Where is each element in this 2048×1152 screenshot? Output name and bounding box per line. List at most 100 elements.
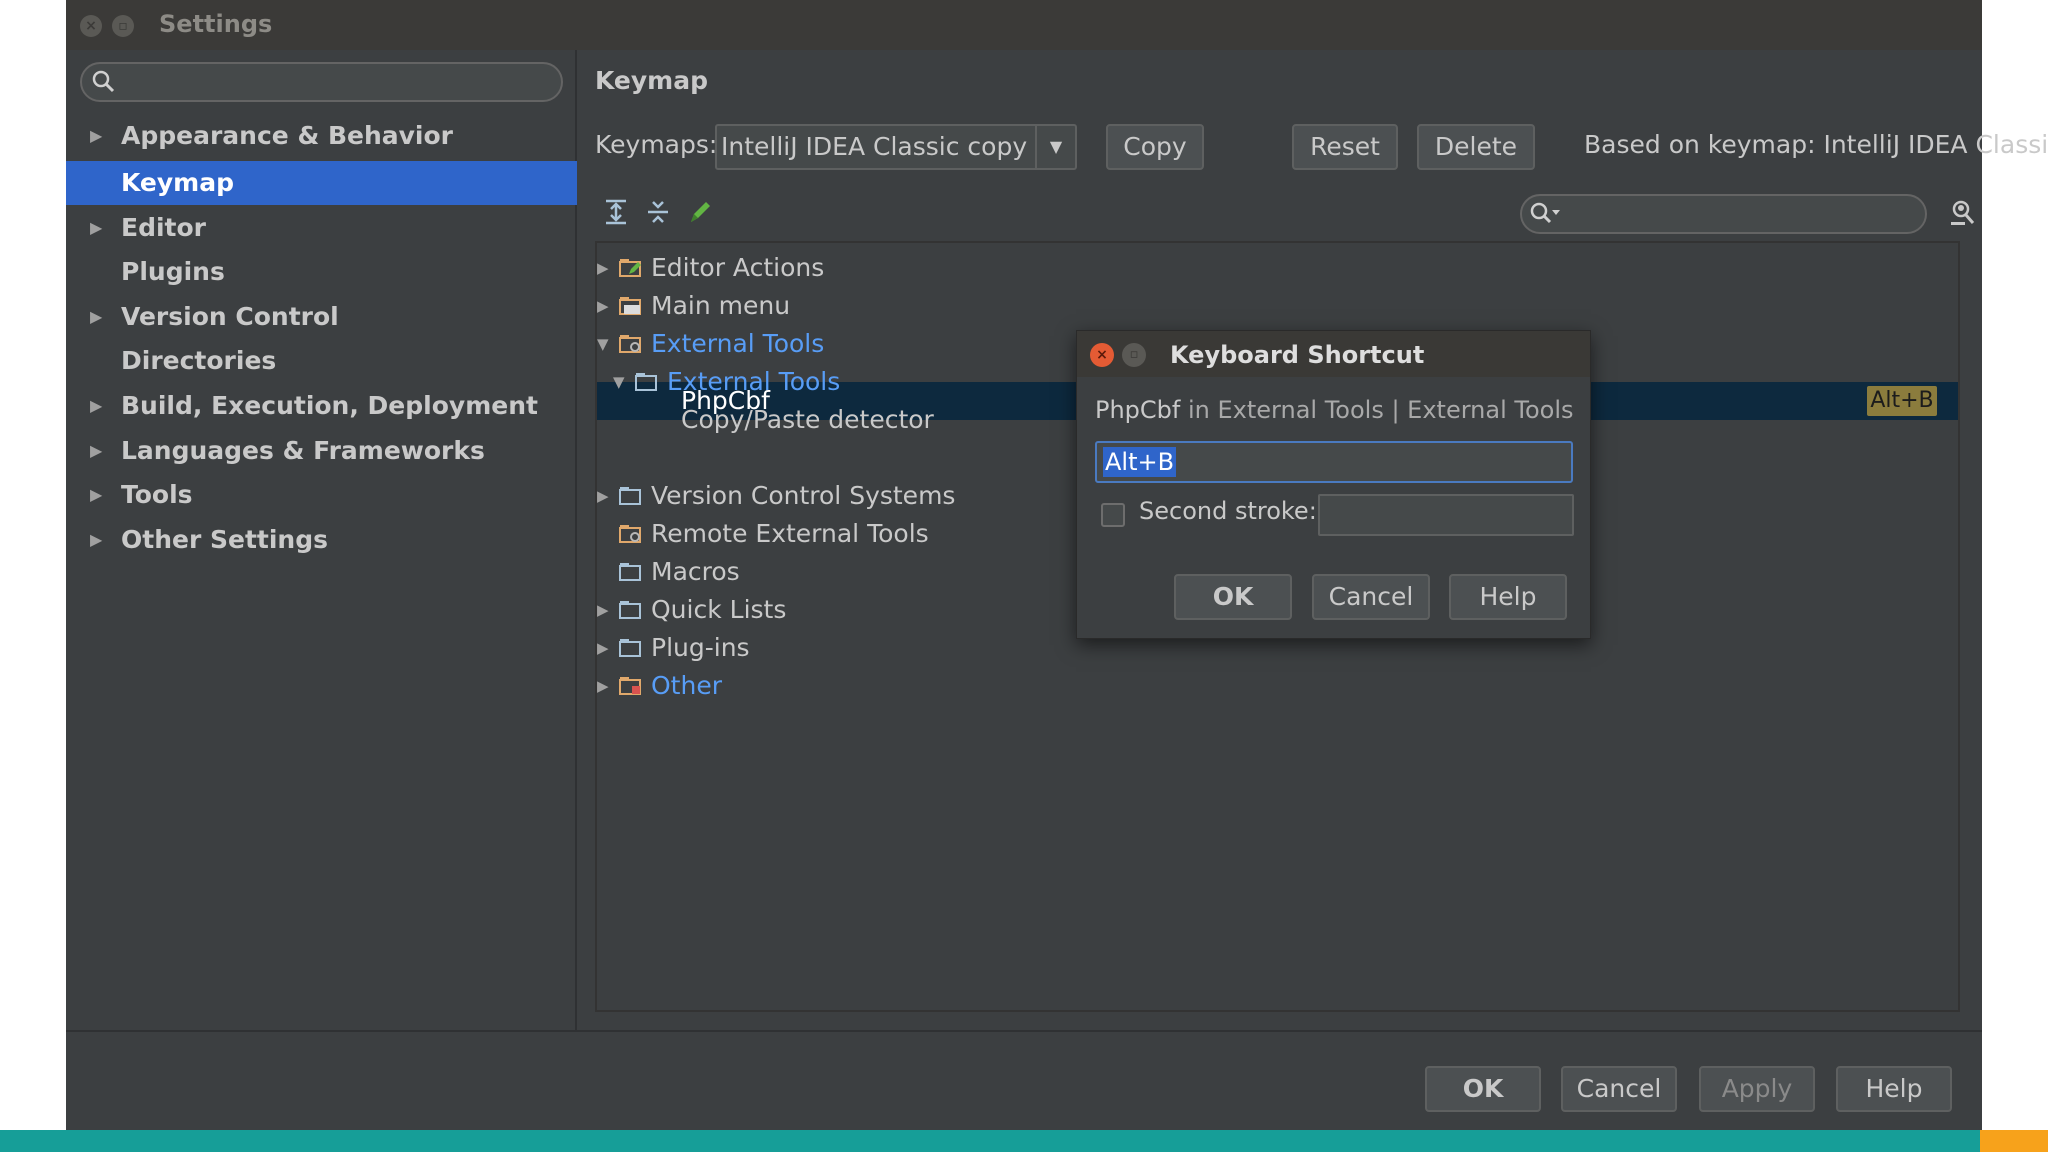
- sidebar-item-build-execution-deployment[interactable]: ▶ Build, Execution, Deployment: [66, 384, 577, 428]
- reset-button[interactable]: Reset: [1292, 124, 1398, 170]
- ok-button[interactable]: OK: [1425, 1066, 1541, 1112]
- accent-strip-teal: [0, 1130, 1980, 1152]
- sidebar-item-label: Languages & Frameworks: [121, 436, 485, 465]
- copy-button[interactable]: Copy: [1106, 124, 1204, 170]
- expand-arrow-icon[interactable]: ▶: [90, 384, 102, 428]
- dialog-help-button[interactable]: Help: [1449, 574, 1567, 620]
- sidebar-item-label: Plugins: [121, 257, 225, 286]
- sidebar-item-editor[interactable]: ▶ Editor: [66, 206, 577, 250]
- folder-icon: [619, 487, 641, 505]
- tree-node-label: Other: [651, 671, 722, 700]
- action-name: PhpCbf: [1095, 396, 1181, 424]
- expand-arrow-icon[interactable]: ▶: [597, 249, 609, 287]
- keymaps-label: Keymaps:: [595, 130, 718, 159]
- keymap-select[interactable]: IntelliJ IDEA Classic copy ▼: [715, 124, 1077, 170]
- settings-sidebar: ▶ Appearance & Behavior Keymap ▶ Editor …: [66, 50, 577, 1030]
- expand-arrow-icon[interactable]: ▶: [597, 477, 609, 515]
- collapse-all-icon[interactable]: [645, 198, 671, 226]
- tree-node-phpcbf[interactable]: PhpCbf: [681, 382, 1081, 420]
- tree-node-label: Main menu: [651, 291, 791, 320]
- expand-arrow-icon[interactable]: ▶: [597, 629, 609, 667]
- find-by-shortcut-icon[interactable]: [1948, 198, 1978, 228]
- chevron-down-icon[interactable]: ▼: [1035, 126, 1075, 168]
- editor-folder-icon: [619, 259, 641, 277]
- apply-button[interactable]: Apply: [1699, 1066, 1815, 1112]
- page-title: Keymap: [595, 66, 709, 95]
- sidebar-item-label: Build, Execution, Deployment: [121, 391, 538, 420]
- sidebar-item-languages-frameworks[interactable]: ▶ Languages & Frameworks: [66, 429, 577, 473]
- expand-arrow-icon[interactable]: ▶: [90, 295, 102, 339]
- sidebar-item-appearance-behavior[interactable]: ▶ Appearance & Behavior: [66, 114, 577, 158]
- folder-icon: [619, 563, 641, 581]
- collapse-arrow-icon[interactable]: ▼: [597, 325, 609, 363]
- window-maximize-icon[interactable]: ▫: [112, 15, 134, 37]
- based-on-keymap-text: Based on keymap: IntelliJ IDEA Classic: [1584, 130, 2048, 159]
- sidebar-item-tools[interactable]: ▶ Tools: [66, 473, 577, 517]
- cancel-button[interactable]: Cancel: [1561, 1066, 1677, 1112]
- expand-arrow-icon[interactable]: ▶: [597, 287, 609, 325]
- first-stroke-input[interactable]: Alt+B: [1095, 441, 1573, 483]
- expand-arrow-icon[interactable]: ▶: [90, 206, 102, 250]
- help-button[interactable]: Help: [1836, 1066, 1952, 1112]
- expand-all-icon[interactable]: [603, 198, 629, 226]
- expand-arrow-icon[interactable]: ▶: [90, 429, 102, 473]
- tree-node-label: Remote External Tools: [651, 519, 929, 548]
- sidebar-item-plugins[interactable]: Plugins: [66, 250, 577, 294]
- tree-node-quick-lists[interactable]: ▶ Quick Lists: [597, 591, 997, 629]
- dialog-cancel-button[interactable]: Cancel: [1312, 574, 1430, 620]
- dialog-titlebar: × ▫ Keyboard Shortcut: [1077, 331, 1590, 377]
- expand-arrow-icon[interactable]: ▶: [597, 667, 609, 705]
- tree-node-other[interactable]: ▶ Other: [597, 667, 997, 705]
- shortcut-badge: Alt+B: [1867, 386, 1937, 416]
- search-icon: [92, 70, 115, 93]
- window-titlebar: × ▫ Settings: [66, 0, 1982, 50]
- tree-node-label: Quick Lists: [651, 595, 787, 624]
- dialog-title: Keyboard Shortcut: [1170, 341, 1425, 369]
- tree-node-label: Version Control Systems: [651, 481, 956, 510]
- second-stroke-input[interactable]: [1318, 494, 1574, 536]
- expand-arrow-icon[interactable]: ▶: [90, 114, 102, 158]
- tree-node-label: Plug-ins: [651, 633, 750, 662]
- tree-node-macros[interactable]: Macros: [597, 553, 997, 591]
- screen: × ▫ Settings ▶ Appearance & Behavior Key…: [0, 0, 2048, 1152]
- tree-node-plug-ins[interactable]: ▶ Plug-ins: [597, 629, 997, 667]
- sidebar-item-other-settings[interactable]: ▶ Other Settings: [66, 518, 577, 562]
- expand-arrow-icon[interactable]: ▶: [90, 518, 102, 562]
- folder-icon: [619, 639, 641, 657]
- other-folder-icon: [619, 677, 641, 695]
- footer-divider: [66, 1030, 1982, 1032]
- collapse-arrow-icon[interactable]: ▼: [613, 363, 625, 401]
- menu-folder-icon: [619, 297, 641, 315]
- sidebar-item-version-control[interactable]: ▶ Version Control: [66, 295, 577, 339]
- dialog-ok-button[interactable]: OK: [1174, 574, 1292, 620]
- tools-folder-icon: [619, 525, 641, 543]
- edit-pencil-icon[interactable]: [687, 198, 713, 226]
- second-stroke-label: Second stroke:: [1139, 497, 1317, 525]
- window-close-icon[interactable]: ×: [80, 15, 102, 37]
- sidebar-item-label: Editor: [121, 213, 206, 242]
- tree-node-external-tools-group[interactable]: ▼ External Tools: [597, 325, 997, 363]
- search-options-icon[interactable]: [1528, 200, 1564, 228]
- first-stroke-value: Alt+B: [1103, 447, 1177, 477]
- sidebar-item-keymap[interactable]: Keymap: [66, 161, 577, 205]
- tree-node-main-menu[interactable]: ▶ Main menu: [597, 287, 997, 325]
- maximize-icon[interactable]: ▫: [1122, 343, 1146, 367]
- close-icon[interactable]: ×: [1090, 343, 1114, 367]
- expand-arrow-icon[interactable]: ▶: [90, 473, 102, 517]
- sidebar-item-label: Tools: [121, 480, 193, 509]
- tree-node-remote-external-tools[interactable]: Remote External Tools: [597, 515, 997, 553]
- delete-button[interactable]: Delete: [1417, 124, 1535, 170]
- tree-node-version-control-systems[interactable]: ▶ Version Control Systems: [597, 477, 997, 515]
- second-stroke-checkbox[interactable]: [1101, 503, 1125, 527]
- sidebar-item-label: Directories: [121, 346, 277, 375]
- sidebar-item-label: Appearance & Behavior: [121, 121, 453, 150]
- tree-node-editor-actions[interactable]: ▶ Editor Actions: [597, 249, 997, 287]
- accent-strip-orange: [1980, 1130, 2048, 1152]
- expand-arrow-icon[interactable]: ▶: [597, 591, 609, 629]
- sidebar-item-directories[interactable]: Directories: [66, 339, 577, 383]
- shortcut-filter-input[interactable]: [1520, 194, 1927, 234]
- sidebar-search-input[interactable]: [80, 62, 563, 102]
- tools-folder-icon: [619, 335, 641, 353]
- sidebar-item-label: Other Settings: [121, 525, 328, 554]
- tree-node-label: PhpCbf: [681, 386, 770, 415]
